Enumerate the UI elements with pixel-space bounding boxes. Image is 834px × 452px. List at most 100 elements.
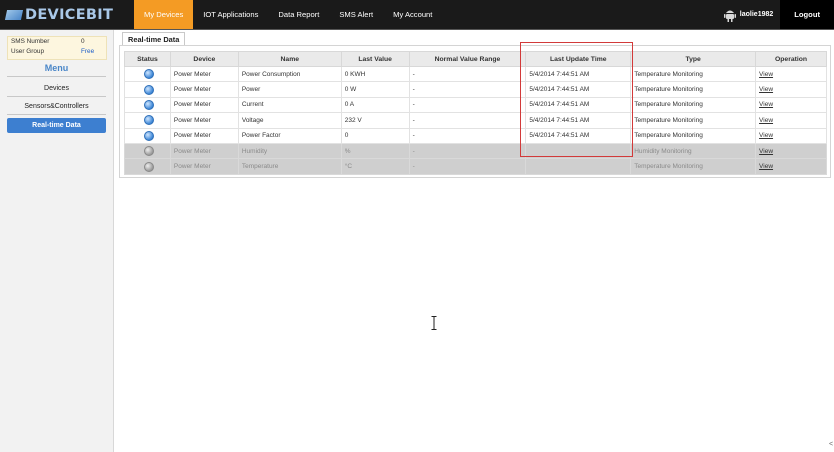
- normal-range-cell: -: [408, 158, 527, 175]
- view-link[interactable]: View: [759, 132, 773, 139]
- sms-info-box: SMS Number 0 User Group Free: [7, 36, 107, 60]
- menu-divider: [7, 76, 106, 77]
- status-cell: [124, 65, 171, 83]
- name-cell: Power Consumption: [237, 65, 342, 83]
- column-header-device[interactable]: Device: [169, 51, 239, 67]
- resize-corner-mark: <: [829, 441, 834, 448]
- last-value-cell: 0: [340, 127, 410, 144]
- device-cell: Power Meter: [169, 81, 239, 98]
- user-group-value: Free: [81, 48, 95, 55]
- status-cell: [124, 158, 171, 175]
- operation-cell: View: [755, 96, 827, 114]
- last-update-cell: [525, 158, 632, 175]
- status-cell: [124, 96, 171, 114]
- real-time-data-table: Status Device Name Last Value Normal Val…: [124, 51, 827, 175]
- operation-cell: View: [755, 142, 827, 160]
- last-value-cell: 0 W: [340, 81, 410, 98]
- column-header-last-value[interactable]: Last Value: [340, 51, 410, 67]
- nav-my-devices[interactable]: My Devices: [134, 0, 194, 29]
- table-row[interactable]: Power Meter Power Factor 0-5/4/2014 7:44:5…: [124, 127, 827, 144]
- status-indicator-icon: [143, 99, 154, 110]
- last-value-cell: 232 V: [340, 112, 410, 129]
- device-cell: Power Meter: [169, 65, 239, 83]
- last-update-cell: 5/4/2014 7:44:51 AM: [525, 112, 632, 129]
- view-link[interactable]: View: [759, 148, 773, 155]
- sidebar-item-devices[interactable]: Devices: [7, 81, 106, 96]
- view-link[interactable]: View: [759, 117, 773, 124]
- user-group-row: User Group Free: [11, 48, 103, 55]
- status-cell: [124, 142, 171, 160]
- last-value-cell: 0 KWH: [340, 65, 410, 83]
- column-header-operation[interactable]: Operation: [755, 51, 827, 67]
- last-value-cell: %: [340, 142, 410, 160]
- sms-number-label: SMS Number: [11, 38, 50, 45]
- normal-range-cell: -: [408, 127, 527, 144]
- logo-text: DEVICEBIT: [25, 6, 114, 23]
- table-row[interactable]: Power Meter Current 0 A -5/4/2014 7:44:51 A…: [124, 96, 827, 114]
- last-update-cell: 5/4/2014 7:44:51 AM: [525, 127, 632, 144]
- devicebit-logo[interactable]: DEVICEBIT: [6, 5, 118, 24]
- status-cell: [124, 127, 171, 144]
- status-indicator-icon: [143, 161, 154, 172]
- table-header-row: Status Device Name Last Value Normal Val…: [124, 51, 827, 67]
- table-body: Power Meter Power Consumption 0 KWH -5/4/20…: [124, 65, 827, 175]
- tab-real-time-data[interactable]: Real-time Data: [122, 32, 185, 46]
- column-header-name[interactable]: Name: [237, 51, 342, 67]
- status-indicator-icon: [143, 69, 154, 80]
- view-link[interactable]: View: [759, 71, 773, 78]
- nav-data-report[interactable]: Data Report: [268, 0, 329, 29]
- user-area: laolie1982 Logout: [723, 0, 834, 29]
- device-cell: Power Meter: [169, 96, 239, 114]
- table-row[interactable]: Power Meter Humidity% - Humidity Monitoring…: [124, 142, 827, 160]
- column-header-type[interactable]: Type: [630, 51, 757, 67]
- column-header-status[interactable]: Status: [124, 51, 171, 67]
- type-cell: Temperature Monitoring: [630, 65, 757, 83]
- device-cell: Power Meter: [169, 158, 239, 175]
- menu-title: Menu: [44, 63, 69, 73]
- operation-cell: View: [755, 127, 827, 144]
- nav-my-account[interactable]: My Account: [383, 0, 442, 29]
- name-cell: Voltage: [237, 112, 342, 129]
- menu-divider: [7, 96, 106, 97]
- android-icon: [723, 10, 736, 22]
- sidebar-item-real-time-data[interactable]: Real-time Data: [7, 118, 106, 133]
- last-update-cell: 5/4/2014 7:44:51 AM: [525, 65, 632, 83]
- last-value-cell: °C: [340, 158, 410, 175]
- normal-range-cell: -: [408, 65, 527, 83]
- operation-cell: View: [755, 112, 827, 129]
- status-indicator-icon: [143, 146, 154, 157]
- top-navigation-bar: DEVICEBIT My Devices IOT Applications Da…: [0, 0, 834, 30]
- last-update-cell: [525, 142, 632, 160]
- type-cell: Humidity Monitoring: [630, 142, 757, 160]
- column-header-last-update-time[interactable]: Last Update Time: [525, 51, 632, 67]
- table-row[interactable]: Power Meter Voltage 232 V -5/4/2014 7:44:51…: [124, 112, 827, 129]
- last-value-cell: 0 A: [340, 96, 410, 114]
- type-cell: Temperature Monitoring: [630, 158, 757, 175]
- main-nav: My Devices IOT Applications Data Report …: [134, 0, 442, 29]
- device-cell: Power Meter: [169, 127, 239, 144]
- table-row[interactable]: Power Meter Power Consumption 0 KWH -5/4/20…: [124, 65, 827, 83]
- status-indicator-icon: [143, 130, 154, 141]
- status-indicator-icon: [143, 115, 154, 126]
- view-link[interactable]: View: [759, 86, 773, 93]
- view-link[interactable]: View: [759, 101, 773, 108]
- last-update-cell: 5/4/2014 7:44:51 AM: [525, 96, 632, 114]
- view-link[interactable]: View: [759, 163, 773, 170]
- name-cell: Temperature: [237, 158, 342, 175]
- sidebar-item-sensors-controllers[interactable]: Sensors&Controllers: [7, 99, 106, 114]
- table-row[interactable]: Power Meter Power 0 W -5/4/2014 7:44:51 AM T…: [124, 81, 827, 98]
- operation-cell: View: [755, 158, 827, 175]
- nav-iot-applications[interactable]: IOT Applications: [193, 0, 268, 29]
- sms-number-row: SMS Number 0: [11, 38, 103, 45]
- column-header-normal-value-range[interactable]: Normal Value Range: [408, 51, 527, 67]
- operation-cell: View: [755, 81, 827, 98]
- nav-sms-alert[interactable]: SMS Alert: [329, 0, 383, 29]
- normal-range-cell: -: [408, 142, 527, 160]
- table-row[interactable]: Power Meter Temperature °C - Temperature Mon…: [124, 158, 827, 175]
- username-label[interactable]: laolie1982: [740, 11, 773, 18]
- type-cell: Temperature Monitoring: [630, 127, 757, 144]
- status-cell: [124, 81, 171, 98]
- logout-button[interactable]: Logout: [780, 0, 834, 29]
- logo-mark-icon: [6, 8, 24, 22]
- text-cursor-icon: [431, 316, 437, 330]
